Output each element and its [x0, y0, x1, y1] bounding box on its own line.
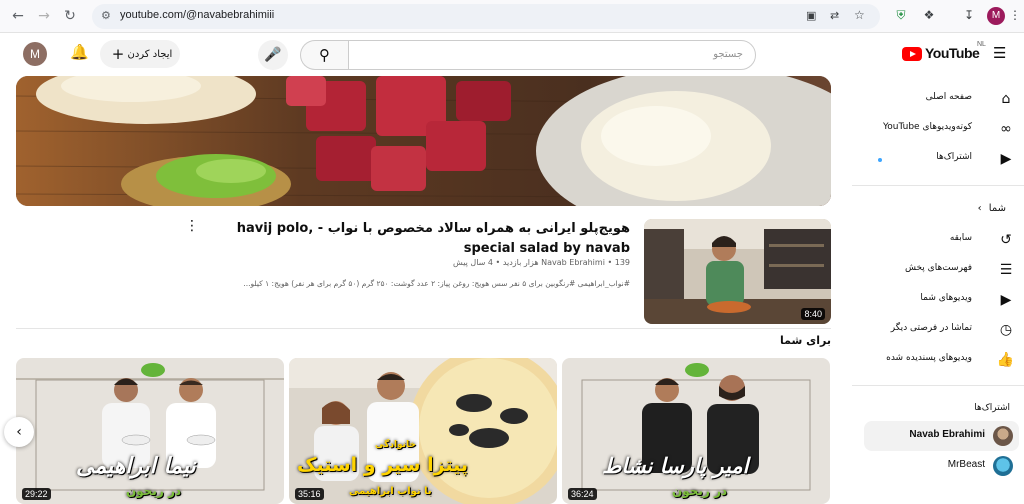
search-input[interactable]: جستجو: [348, 40, 756, 70]
subscription-mrbeast[interactable]: MrBeast: [864, 451, 1019, 481]
channel-avatar: [993, 456, 1013, 476]
sidebar-item-label: کوته‌ویدیوهای YouTube: [883, 122, 972, 132]
featured-video-thumbnail[interactable]: 8:40: [644, 219, 831, 324]
country-code: NL: [977, 41, 986, 48]
browser-menu-icon[interactable]: ⋮: [1007, 7, 1023, 23]
profile-avatar[interactable]: M: [987, 7, 1005, 25]
create-button[interactable]: + ایجاد کردن: [100, 40, 180, 68]
browser-toolbar: ← → ↻ ⚙ youtube.com/@navabebrahimiii ▣ ⇄…: [0, 0, 1024, 33]
featured-video-meta: Navab Ebrahimi • 139 هزار بازدید • 4 سال…: [453, 258, 630, 267]
search-placeholder: جستجو: [713, 49, 743, 60]
video-thumbnail: [16, 358, 284, 504]
bookmark-star-icon[interactable]: ☆: [854, 8, 865, 22]
chevron-left-icon: ‹: [16, 424, 22, 440]
sidebar-item-shorts[interactable]: ∞ کوته‌ویدیوهای YouTube: [862, 114, 1022, 144]
video-card[interactable]: نیما ابراهیمی در ریحون 29:22: [16, 358, 284, 504]
reload-icon[interactable]: ↻: [60, 6, 80, 26]
sidebar-item-label: فهرست‌های پخش: [905, 263, 972, 273]
subscriptions-icon: ▶: [1000, 151, 1012, 167]
youtube-header: M 🔔 + ایجاد کردن 🎤 ⚲ جستجو YouTube NL ☰: [0, 33, 1024, 75]
hamburger-menu-icon[interactable]: ☰: [993, 45, 1009, 61]
search-icon: ⚲: [319, 46, 330, 64]
sidebar-item-your-videos[interactable]: ▶ ویدیوهای شما: [862, 285, 1022, 315]
search-button[interactable]: ⚲: [300, 40, 348, 70]
channel-banner: [16, 76, 831, 206]
youtube-play-icon: [902, 47, 922, 61]
watch-later-icon: ◷: [999, 322, 1013, 338]
your-videos-icon: ▶: [1000, 292, 1012, 308]
featured-video-title[interactable]: هویج‌پلو ایرانی به همراه سالاد مخصوص با …: [210, 219, 630, 259]
sidebar-item-history[interactable]: ↺ سابقه: [862, 225, 1022, 255]
card-title-text: نیما ابراهیمی: [76, 454, 196, 479]
card-subtitle-text: در ریحون: [126, 484, 182, 498]
featured-video-description: #نواب_ابراهیمی #رنگوبین برای ۵ نفر سس هو…: [243, 279, 630, 288]
plus-icon: +: [111, 45, 125, 63]
video-thumbnail: [562, 358, 830, 504]
subscription-navab-ebrahimi[interactable]: Navab Ebrahimi: [864, 421, 1019, 451]
voice-search-mic-icon[interactable]: 🎤: [258, 40, 288, 70]
video-duration: 29:22: [22, 488, 51, 500]
card-title-text: پیتزا سیر و استیک: [297, 454, 469, 476]
you-heading-label: شما: [988, 203, 1006, 214]
card-subtitle-text: با نواب ابراهیمی: [349, 486, 432, 497]
sidebar-divider: [852, 385, 1024, 386]
account-avatar[interactable]: M: [23, 42, 47, 66]
playlists-icon: ☰: [999, 262, 1013, 278]
sidebar-item-liked-videos[interactable]: 👍 ویدیوهای پسندیده شده: [862, 345, 1022, 375]
address-bar[interactable]: ⚙ youtube.com/@navabebrahimiii ▣ ⇄ ☆: [92, 4, 880, 29]
carousel-previous-button[interactable]: ‹: [4, 417, 34, 447]
liked-videos-icon: 👍: [996, 352, 1014, 368]
chevron-right-icon: ›: [977, 203, 982, 214]
more-options-icon[interactable]: ⋮: [185, 218, 199, 234]
url-text: youtube.com/@navabebrahimiii: [120, 9, 275, 21]
back-icon[interactable]: ←: [8, 6, 28, 26]
sidebar-divider: [852, 185, 1024, 186]
youtube-wordmark: YouTube: [925, 45, 980, 61]
sidebar-item-home[interactable]: ⌂ صفحه اصلی: [862, 84, 1022, 114]
video-card[interactable]: پیتزا سیر و استیک با نواب ابراهیمی خانوا…: [289, 358, 557, 504]
notifications-bell-icon[interactable]: 🔔: [70, 43, 89, 61]
new-content-dot: [878, 158, 882, 162]
create-label: ایجاد کردن: [127, 49, 173, 60]
site-info-icon[interactable]: ⚙: [101, 9, 111, 22]
sidebar: ⌂ صفحه اصلی ∞ کوته‌ویدیوهای YouTube ▶ اش…: [852, 75, 1024, 504]
shorts-icon: ∞: [1000, 121, 1012, 137]
home-icon: ⌂: [1001, 91, 1011, 107]
youtube-logo[interactable]: YouTube NL: [902, 41, 992, 65]
subscriptions-heading: اشتراک‌ها: [974, 403, 1010, 413]
extensions-icon[interactable]: ❖: [921, 7, 937, 23]
section-divider: [16, 328, 831, 329]
sidebar-item-label: صفحه اصلی: [925, 92, 972, 102]
subscription-name: Navab Ebrahimi: [909, 429, 985, 440]
sidebar-item-subscriptions[interactable]: ▶ اشتراک‌ها: [862, 144, 1022, 174]
sidebar-item-label: ویدیوهای پسندیده شده: [886, 353, 972, 363]
shield-extension-icon[interactable]: ⛨: [893, 7, 909, 23]
subscription-name: MrBeast: [947, 459, 985, 470]
download-icon[interactable]: ↧: [961, 7, 977, 23]
sidebar-item-label: ویدیوهای شما: [920, 293, 972, 303]
card-subtitle-text: در ریحون: [672, 484, 728, 498]
you-section-heading[interactable]: شما ›: [978, 203, 1006, 214]
install-app-icon[interactable]: ▣: [806, 9, 816, 22]
card-badge-text: خانوادگی: [375, 440, 416, 450]
channel-avatar: [993, 426, 1013, 446]
translate-icon[interactable]: ⇄: [830, 9, 839, 22]
video-duration: 35:16: [295, 488, 324, 500]
banner-image: [16, 76, 831, 206]
forward-icon[interactable]: →: [34, 6, 54, 26]
sidebar-item-watch-later[interactable]: ◷ تماشا در فرصتی دیگر: [862, 315, 1022, 345]
sidebar-item-label: تماشا در فرصتی دیگر: [890, 323, 972, 333]
video-duration: 8:40: [801, 308, 825, 320]
sidebar-item-label: سابقه: [949, 233, 972, 243]
video-thumbnail: [289, 358, 557, 504]
for-you-heading: برای شما: [780, 334, 831, 347]
card-title-text: امیر پارسا نشاط: [602, 454, 749, 478]
sidebar-item-playlists[interactable]: ☰ فهرست‌های پخش: [862, 255, 1022, 285]
video-card[interactable]: امیر پارسا نشاط در ریحون 36:24: [562, 358, 830, 504]
sidebar-item-label: اشتراک‌ها: [936, 152, 972, 162]
history-icon: ↺: [1000, 232, 1012, 248]
video-duration: 36:24: [568, 488, 597, 500]
